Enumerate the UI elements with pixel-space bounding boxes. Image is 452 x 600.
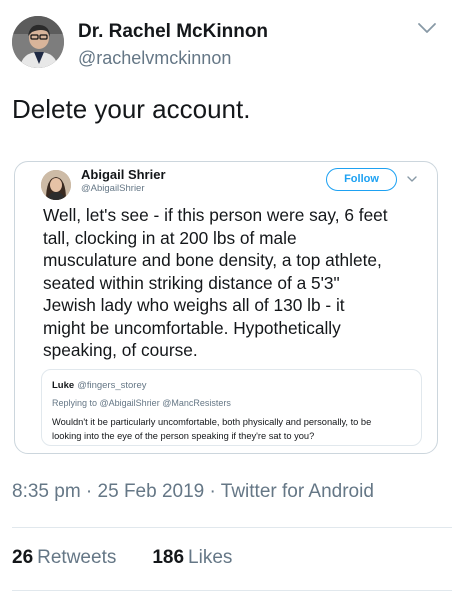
embedded-text-line: tall, clocking in at 200 lbs of male (43, 227, 297, 248)
quoted-tweet-text: Wouldn't it be particularly uncomfortabl… (52, 416, 414, 443)
likes-stat[interactable]: 186 Likes (152, 547, 232, 568)
quoted-text-line: Wouldn't it be particularly uncomfortabl… (52, 417, 372, 427)
author-handle[interactable]: @rachelvmckinnon (78, 48, 231, 69)
quoted-tweet-card[interactable]: Luke @fingers_storey Replying to @Abigail… (41, 369, 422, 446)
retweets-label: Retweets (37, 547, 117, 568)
embedded-text-line: Well, let's see - if this person were sa… (43, 205, 388, 225)
tweet-text: Delete your account. (12, 94, 251, 124)
replying-to-label: Replying to @AbigailShrier @MancResister… (52, 398, 231, 408)
retweets-stat[interactable]: 26 Retweets (12, 547, 116, 568)
tweet-meta: 8:35 pm · 25 Feb 2019 · Twitter for Andr… (12, 481, 374, 502)
retweets-count: 26 (12, 547, 34, 568)
divider (12, 590, 452, 591)
embedded-text-line: musculature and bone density, a top athl… (43, 250, 382, 270)
quoted-text-line: looking into the eye of the person speak… (52, 430, 315, 441)
divider (12, 527, 452, 528)
tweet-header: Dr. Rachel McKinnon @rachelvmckinnon (12, 14, 440, 74)
embedded-author-handle[interactable]: @AbigailShrier (81, 183, 145, 194)
chevron-down-icon[interactable] (416, 20, 438, 36)
quoted-author-name: Luke (52, 380, 75, 391)
embedded-text-line: speaking, of course. (43, 340, 198, 360)
tweet-stats: 26 Retweets 186 Likes (12, 547, 232, 569)
author-avatar[interactable] (12, 16, 64, 68)
embedded-text-line: Jewish lady who weighs all of 130 lb - i… (43, 295, 345, 315)
embedded-tweet-card[interactable]: Abigail Shrier @AbigailShrier Follow Wel… (14, 161, 438, 454)
embedded-author-avatar[interactable] (41, 170, 71, 200)
quoted-author[interactable]: Luke @fingers_storey (52, 380, 147, 391)
quoted-author-handle: @fingers_storey (77, 380, 147, 391)
likes-label: Likes (188, 547, 233, 568)
embedded-tweet-text: Well, let's see - if this person were sa… (43, 204, 433, 362)
likes-count: 186 (152, 547, 185, 568)
embedded-text-line: seated within striking distance of a 5'3… (43, 272, 340, 293)
embedded-author-name[interactable]: Abigail Shrier (81, 167, 166, 182)
chevron-down-icon[interactable] (406, 174, 418, 184)
author-name[interactable]: Dr. Rachel McKinnon (78, 21, 268, 43)
follow-button[interactable]: Follow (326, 168, 397, 191)
embedded-text-line: might be uncomfortable. Hypothetically (43, 317, 341, 338)
